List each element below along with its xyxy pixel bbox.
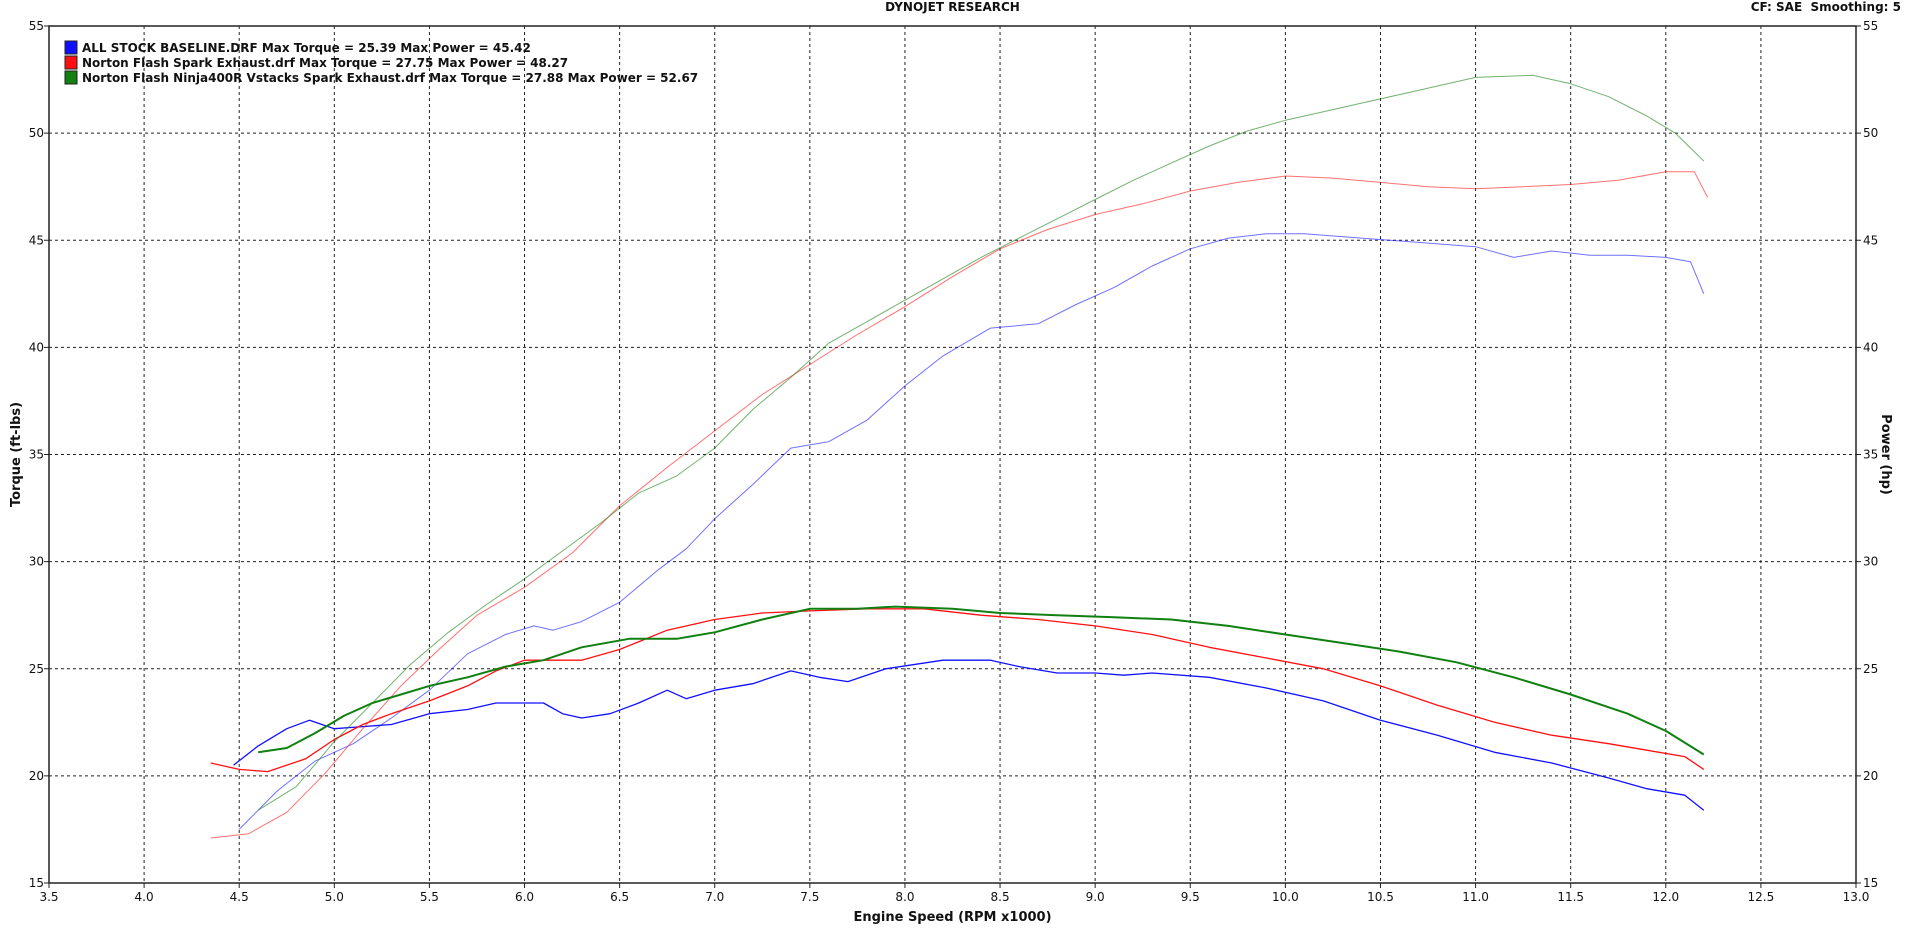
y-left-tick-label: 30 — [29, 555, 44, 569]
y-left-tick-label: 25 — [29, 662, 44, 676]
x-tick-label: 9.5 — [1181, 890, 1200, 904]
x-tick-label: 7.0 — [705, 890, 724, 904]
x-tick-label: 7.5 — [800, 890, 819, 904]
x-tick-label: 10.0 — [1272, 890, 1299, 904]
y-left-tick-label: 40 — [29, 340, 44, 354]
legend-entry-series-1: ALL STOCK BASELINE.DRF Max Torque = 25.3… — [82, 41, 531, 55]
x-tick-label: 4.5 — [230, 890, 249, 904]
x-axis-ticks: 3.5 4.0 4.5 5.0 5.5 6.0 6.5 7.0 7.5 8.0 8.5 9.0 9.5 1… — [39, 883, 1869, 904]
grid-lines — [49, 26, 1856, 883]
x-tick-label: 9.0 — [1086, 890, 1105, 904]
y-left-tick-label: 50 — [29, 126, 44, 140]
y-axis-left-label: Torque (ft-lbs) — [9, 402, 24, 507]
legend: ALL STOCK BASELINE.DRF Max Torque = 25.3… — [64, 40, 698, 85]
x-tick-label: 12.5 — [1748, 890, 1775, 904]
x-tick-label: 3.5 — [39, 890, 58, 904]
y-right-tick-label: 20 — [1863, 769, 1878, 783]
y-right-tick-label: 40 — [1863, 340, 1878, 354]
power-line-series-1 — [238, 233, 1705, 830]
legend-entry-series-3: Norton Flash Ninja400R Vstacks Spark Exh… — [82, 71, 698, 85]
x-tick-label: 5.5 — [420, 890, 439, 904]
torque-line-series-2 — [210, 608, 1705, 773]
torque-line-series-3 — [258, 605, 1705, 756]
y-right-tick-label: 35 — [1863, 448, 1878, 462]
torque-line-series-1 — [233, 659, 1705, 811]
y-right-tick-label: 30 — [1863, 555, 1878, 569]
x-tick-label: 12.0 — [1652, 890, 1679, 904]
y-right-tick-label: 15 — [1863, 876, 1878, 890]
y-axis-right-ticks: 15 20 25 30 35 40 45 50 55 — [1856, 19, 1878, 890]
y-right-tick-label: 45 — [1863, 233, 1878, 247]
y-left-tick-label: 35 — [29, 448, 44, 462]
x-tick-label: 5.0 — [325, 890, 344, 904]
legend-swatch-series-3 — [64, 70, 78, 85]
y-right-tick-label: 25 — [1863, 662, 1878, 676]
power-line-series-3 — [257, 74, 1705, 811]
legend-swatch-series-2 — [64, 55, 78, 70]
x-tick-label: 11.5 — [1557, 890, 1584, 904]
x-tick-label: 11.0 — [1462, 890, 1489, 904]
x-tick-label: 6.5 — [610, 890, 629, 904]
y-left-tick-label: 15 — [29, 876, 44, 890]
y-left-tick-label: 45 — [29, 233, 44, 247]
y-right-tick-label: 55 — [1863, 19, 1878, 33]
y-left-tick-label: 20 — [29, 769, 44, 783]
x-tick-label: 13.0 — [1843, 890, 1870, 904]
y-axis-right-label: Power (hp) — [1878, 414, 1893, 495]
x-tick-label: 6.0 — [515, 890, 534, 904]
y-axis-left-ticks: 15 20 25 30 35 40 45 50 55 — [29, 19, 49, 890]
x-tick-label: 8.5 — [991, 890, 1010, 904]
legend-entry-series-2: Norton Flash Spark Exhaust.drf Max Torqu… — [82, 56, 568, 70]
y-right-tick-label: 50 — [1863, 126, 1878, 140]
x-axis-label: Engine Speed (RPM x1000) — [853, 910, 1051, 925]
x-tick-label: 4.0 — [135, 890, 154, 904]
series-lines — [210, 74, 1709, 839]
y-left-tick-label: 55 — [29, 19, 44, 33]
legend-swatch-series-1 — [64, 40, 78, 55]
x-tick-label: 8.0 — [895, 890, 914, 904]
dyno-chart: 3.5 4.0 4.5 5.0 5.5 6.0 6.5 7.0 7.5 8.0 8.5 9.0 9.5 1… — [9, 19, 1893, 925]
x-tick-label: 10.5 — [1367, 890, 1394, 904]
power-line-series-2 — [210, 171, 1709, 839]
